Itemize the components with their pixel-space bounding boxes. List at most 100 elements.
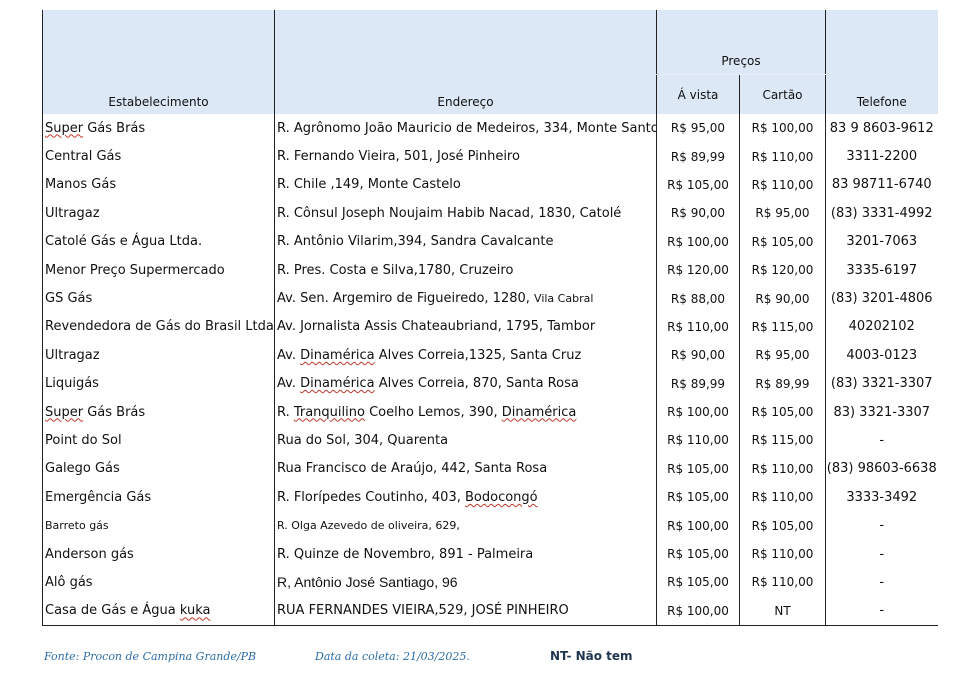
cell-telefone: 4003-0123	[825, 341, 938, 370]
cell-estabelecimento: Emergência Gás	[42, 483, 275, 512]
cell-endereco: Av. Dinamérica Alves Correia,1325, Santa…	[274, 341, 657, 370]
table-row: Point do Sol Rua do Sol, 304, Quarenta R…	[42, 426, 938, 455]
cell-cartao: R$ 115,00	[739, 426, 826, 455]
table-row: Ultragaz R. Cônsul Joseph Noujaim Habib …	[42, 199, 938, 228]
footer-nt-legend: NT- Não tem	[550, 649, 633, 663]
cell-a-vista: R$ 105,00	[656, 568, 740, 597]
cell-a-vista: R$ 100,00	[656, 227, 740, 256]
table-row: Menor Preço Supermercado R. Pres. Costa …	[42, 255, 938, 285]
cell-cartao: R$ 89,99	[739, 369, 826, 398]
cell-endereco: R. Pres. Costa e Silva,1780, Cruzeiro	[274, 255, 657, 285]
price-table: Estabelecimento Endereço Preços Telefone…	[42, 10, 938, 627]
table-row: Galego Gás Rua Francisco de Araújo, 442,…	[42, 454, 938, 484]
cell-endereco: RUA FERNANDES VIEIRA,529, JOSÉ PINHEIRO	[274, 596, 657, 627]
header-telefone: Telefone	[825, 10, 938, 114]
header-estabelecimento: Estabelecimento	[42, 10, 275, 114]
endereco-bairro: Vila Cabral	[534, 292, 594, 306]
cell-endereco: R. Tranquilino Coelho Lemos, 390, Dinamé…	[274, 397, 657, 427]
cell-telefone: (83) 3321-3307	[825, 369, 938, 398]
cell-estabelecimento: Barreto gás	[42, 511, 275, 540]
cell-telefone: -	[825, 539, 938, 569]
header-a-vista: Á vista	[656, 74, 740, 114]
cell-cartao: R$ 115,00	[739, 312, 826, 342]
spell-word: Tranquilino	[293, 404, 365, 420]
cell-a-vista: R$ 105,00	[656, 170, 740, 200]
table-row: Super Gás Brás R. Agrônomo João Mauricio…	[42, 114, 938, 143]
cell-a-vista: R$ 100,00	[656, 511, 740, 540]
cell-cartao: R$ 110,00	[739, 483, 826, 512]
cell-cartao: R$ 100,00	[739, 114, 826, 143]
est-word-1: Super	[45, 404, 84, 420]
cell-a-vista: R$ 110,00	[656, 312, 740, 342]
cell-cartao: R$ 110,00	[739, 454, 826, 484]
table-row: Manos Gás R. Chile ,149, Monte Castelo R…	[42, 170, 938, 200]
footer-data-coleta: Data da coleta: 21/03/2025.	[315, 650, 470, 663]
spell-word: Dinamérica	[501, 404, 577, 420]
cell-endereco: R. Agrônomo João Mauricio de Medeiros, 3…	[274, 114, 657, 143]
cell-a-vista: R$ 88,00	[656, 284, 740, 313]
cell-cartao: R$ 105,00	[739, 397, 826, 427]
cell-estabelecimento: Liquigás	[42, 369, 275, 398]
table-row: GS Gás Av. Sen. Argemiro de Figueiredo, …	[42, 284, 938, 313]
cell-telefone: -	[825, 426, 938, 455]
cell-telefone: 83 98711-6740	[825, 170, 938, 200]
cell-telefone: -	[825, 596, 938, 627]
cell-estabelecimento: Galego Gás	[42, 454, 275, 484]
cell-estabelecimento: Menor Preço Supermercado	[42, 255, 275, 285]
cell-cartao: R$ 120,00	[739, 255, 826, 285]
cell-telefone: 3335-6197	[825, 255, 938, 285]
est-word-1: Super	[45, 120, 84, 136]
header-precos: Preços	[656, 10, 826, 75]
cell-a-vista: R$ 90,00	[656, 199, 740, 228]
cell-a-vista: R$ 100,00	[656, 397, 740, 427]
table-row: Central Gás R. Fernando Vieira, 501, Jos…	[42, 142, 938, 171]
cell-a-vista: R$ 90,00	[656, 341, 740, 370]
footer-fonte: Fonte: Procon de Campina Grande/PB	[44, 650, 257, 663]
table-row: Anderson gás R. Quinze de Novembro, 891 …	[42, 539, 938, 569]
cell-estabelecimento: Alô gás	[42, 568, 275, 597]
cell-endereco: R. Antônio Vilarim,394, Sandra Cavalcant…	[274, 227, 657, 256]
cell-a-vista: R$ 120,00	[656, 255, 740, 285]
cell-telefone: 40202102	[825, 312, 938, 342]
cell-endereco: R. Cônsul Joseph Noujaim Habib Nacad, 18…	[274, 199, 657, 228]
spell-word: Bodocongó	[465, 489, 538, 505]
cell-estabelecimento: Catolé Gás e Água Ltda.	[42, 227, 275, 256]
cell-telefone: 3201-7063	[825, 227, 938, 256]
cell-endereco: Av. Dinamérica Alves Correia, 870, Santa…	[274, 369, 657, 398]
cell-a-vista: R$ 89,99	[656, 369, 740, 398]
cell-estabelecimento: Super Gás Brás	[42, 397, 275, 427]
cell-a-vista: R$ 105,00	[656, 483, 740, 512]
cell-telefone: 83) 3321-3307	[825, 397, 938, 427]
cell-telefone: (83) 3331-4992	[825, 199, 938, 228]
table-row: Emergência Gás R. Florípedes Coutinho, 4…	[42, 483, 938, 512]
cell-estabelecimento: Ultragaz	[42, 341, 275, 370]
cell-endereco: Rua Francisco de Araújo, 442, Santa Rosa	[274, 454, 657, 484]
spell-word: kuka	[179, 603, 211, 619]
header-cartao: Cartão	[739, 74, 826, 114]
cell-estabelecimento: Anderson gás	[42, 539, 275, 569]
header-endereco: Endereço	[274, 10, 657, 114]
table-row: Ultragaz Av. Dinamérica Alves Correia,13…	[42, 341, 938, 370]
cell-estabelecimento: GS Gás	[42, 284, 275, 313]
cell-a-vista: R$ 89,99	[656, 142, 740, 171]
cell-cartao: R$ 110,00	[739, 170, 826, 200]
cell-cartao: NT	[739, 596, 826, 627]
cell-endereco: R. Fernando Vieira, 501, José Pinheiro	[274, 142, 657, 171]
cell-endereco: Rua do Sol, 304, Quarenta	[274, 426, 657, 455]
table-row: Barreto gás R. Olga Azevedo de oliveira,…	[42, 511, 938, 540]
cell-endereco: Av. Sen. Argemiro de Figueiredo, 1280, V…	[274, 284, 657, 313]
table-row: Super Gás Brás R. Tranquilino Coelho Lem…	[42, 397, 938, 427]
cell-telefone: (83) 98603-6638	[825, 454, 938, 484]
cell-a-vista: R$ 105,00	[656, 539, 740, 569]
cell-cartao: R$ 110,00	[739, 568, 826, 597]
cell-a-vista: R$ 100,00	[656, 596, 740, 627]
cell-a-vista: R$ 95,00	[656, 114, 740, 143]
cell-cartao: R$ 95,00	[739, 341, 826, 370]
cell-endereco: R. Chile ,149, Monte Castelo	[274, 170, 657, 200]
cell-estabelecimento: Manos Gás	[42, 170, 275, 200]
cell-a-vista: R$ 110,00	[656, 426, 740, 455]
cell-endereco: R. Olga Azevedo de oliveira, 629,	[274, 511, 657, 540]
cell-telefone: -	[825, 511, 938, 540]
cell-cartao: R$ 90,00	[739, 284, 826, 313]
cell-endereco: R. Quinze de Novembro, 891 - Palmeira	[274, 539, 657, 569]
